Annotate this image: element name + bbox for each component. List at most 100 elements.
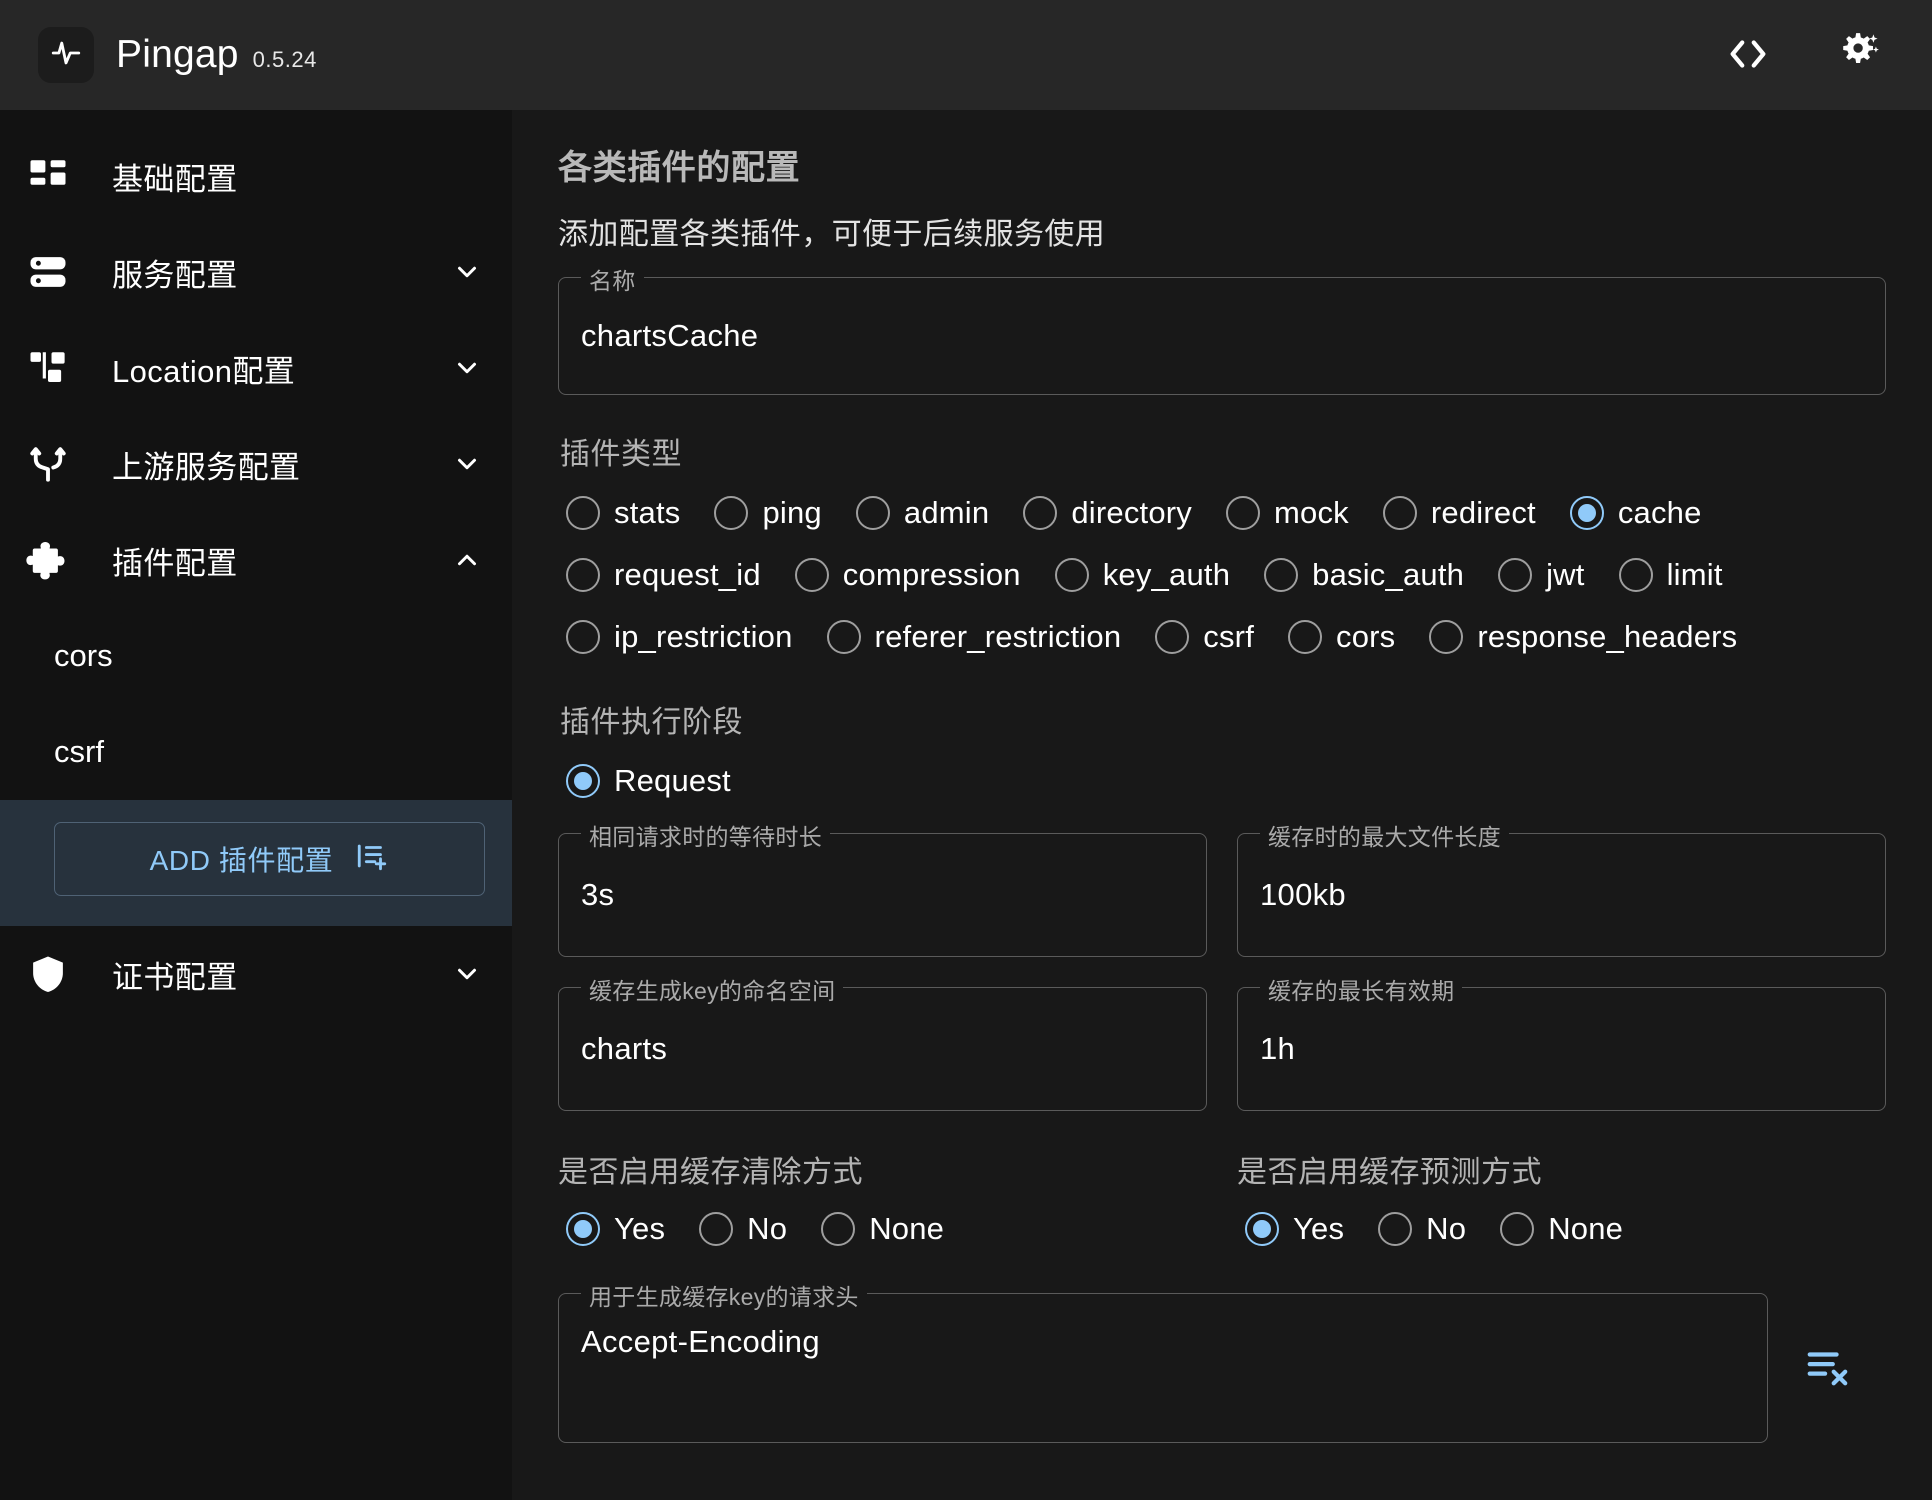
- settings-button[interactable]: [1832, 29, 1884, 81]
- predictor-toggle-group: 是否启用缓存预测方式 Yes No None: [1237, 1147, 1886, 1259]
- cache-key-headers-row: 用于生成缓存key的请求头 Accept-Encoding: [558, 1278, 1886, 1443]
- header-actions: [1722, 29, 1884, 81]
- plugin-stage-label: 插件执行阶段: [560, 706, 743, 739]
- plugin-type-row-1: stats ping admin directory mock redirect…: [558, 487, 1886, 539]
- radio-circle-icon: [1382, 496, 1417, 530]
- radio-label: directory: [1071, 495, 1192, 530]
- radio-request-stage[interactable]: Request: [558, 755, 741, 807]
- radio-circle-icon: [1054, 558, 1089, 592]
- radio-stats[interactable]: stats: [558, 487, 690, 539]
- radio-label: admin: [903, 495, 990, 530]
- radio-admin[interactable]: admin: [832, 487, 999, 539]
- radio-circle-icon: [566, 558, 600, 592]
- name-field-legend: 名称: [581, 262, 644, 296]
- sidebar-item-plugin-config[interactable]: 插件配置: [0, 512, 512, 608]
- sidebar-item-location-config[interactable]: Location配置: [0, 320, 512, 416]
- max-file-size-legend: 缓存时的最大文件长度: [1260, 818, 1509, 852]
- radio-directory[interactable]: directory: [999, 487, 1202, 539]
- radio-csrf[interactable]: csrf: [1131, 611, 1264, 663]
- radio-label: basic_auth: [1312, 557, 1465, 592]
- chevron-down-icon[interactable]: [452, 449, 482, 479]
- radio-predictor-no[interactable]: No: [1354, 1203, 1476, 1255]
- radio-circle-icon: [821, 1212, 856, 1246]
- cache-key-headers-legend: 用于生成缓存key的请求头: [581, 1278, 867, 1312]
- radio-label: referer_restriction: [874, 619, 1122, 654]
- radio-label: stats: [614, 495, 681, 530]
- cache-namespace-field[interactable]: 缓存生成key的命名空间 charts: [558, 972, 1207, 1111]
- sidebar-item-basic-config[interactable]: 基础配置: [0, 128, 512, 224]
- sidebar-item-upstream-config[interactable]: 上游服务配置: [0, 416, 512, 512]
- radio-label: No: [747, 1211, 788, 1246]
- activity-pulse-icon: [49, 36, 83, 75]
- chevron-down-icon[interactable]: [452, 959, 482, 989]
- name-field-value: chartsCache: [581, 318, 759, 353]
- radio-circle-icon: [1618, 558, 1653, 592]
- radio-ip_restriction[interactable]: ip_restriction: [558, 611, 803, 663]
- sidebar-item-label: 基础配置: [112, 161, 238, 197]
- radio-mock[interactable]: mock: [1202, 487, 1359, 539]
- max-ttl-field[interactable]: 缓存的最长有效期 1h: [1237, 972, 1886, 1111]
- radio-circle-icon: [714, 496, 749, 530]
- remove-header-button[interactable]: [1768, 1293, 1886, 1443]
- brand: Pingap 0.5.24: [38, 27, 317, 83]
- radio-purge-yes[interactable]: Yes: [558, 1203, 675, 1255]
- radio-predictor-yes[interactable]: Yes: [1237, 1203, 1354, 1255]
- radio-basic_auth[interactable]: basic_auth: [1240, 549, 1474, 601]
- radio-circle-icon: [826, 620, 861, 654]
- sidebar-item-service-config[interactable]: 服务配置: [0, 224, 512, 320]
- radio-label: mock: [1274, 495, 1349, 530]
- name-field[interactable]: 名称 chartsCache: [558, 262, 1886, 395]
- radio-label: response_headers: [1477, 619, 1738, 654]
- radio-request_id[interactable]: request_id: [558, 549, 771, 601]
- wait-duration-value: 3s: [581, 877, 615, 912]
- sidebar-item-label: 上游服务配置: [112, 449, 301, 485]
- plugin-type-row-3: ip_restriction referer_restriction csrf …: [558, 611, 1886, 663]
- radio-circle-selected-icon: [1569, 496, 1604, 530]
- radio-circle-icon: [794, 558, 829, 592]
- radio-cors[interactable]: cors: [1264, 611, 1405, 663]
- chevron-down-icon[interactable]: [452, 257, 482, 287]
- radio-circle-selected-icon: [1245, 1212, 1279, 1246]
- radio-referer_restriction[interactable]: referer_restriction: [803, 611, 1132, 663]
- radio-label: Request: [614, 763, 731, 798]
- radio-circle-icon: [1155, 620, 1190, 654]
- radio-circle-icon: [1023, 496, 1058, 530]
- radio-label: compression: [842, 557, 1021, 592]
- server-icon: [22, 251, 74, 293]
- radio-purge-no[interactable]: No: [675, 1203, 797, 1255]
- radio-label: key_auth: [1102, 557, 1231, 592]
- radio-circle-icon: [855, 496, 890, 530]
- chevron-down-icon[interactable]: [452, 353, 482, 383]
- cache-key-headers-value: Accept-Encoding: [581, 1324, 820, 1359]
- sidebar-item-label: 证书配置: [112, 959, 238, 995]
- add-plugin-config-button[interactable]: ADD 插件配置: [54, 822, 485, 896]
- radio-ping[interactable]: ping: [690, 487, 831, 539]
- sidebar-item-certificate-config[interactable]: 证书配置: [0, 926, 512, 1022]
- cache-key-headers-field[interactable]: 用于生成缓存key的请求头 Accept-Encoding: [558, 1278, 1768, 1443]
- wait-duration-field[interactable]: 相同请求时的等待时长 3s: [558, 818, 1207, 957]
- sidebar-subitem-cors[interactable]: cors: [0, 608, 512, 704]
- code-view-button[interactable]: [1722, 29, 1774, 81]
- radio-jwt[interactable]: jwt: [1474, 549, 1595, 601]
- plugin-stage-row: Request: [558, 755, 1886, 807]
- radio-label: limit: [1666, 557, 1723, 592]
- chevron-up-icon[interactable]: [452, 545, 482, 575]
- radio-compression[interactable]: compression: [771, 549, 1031, 601]
- radio-predictor-none[interactable]: None: [1476, 1203, 1633, 1255]
- sidebar-subitem-csrf[interactable]: csrf: [0, 704, 512, 800]
- radio-cache[interactable]: cache: [1546, 487, 1712, 539]
- list-remove-icon: [1804, 1343, 1850, 1394]
- plugin-type-row-2: request_id compression key_auth basic_au…: [558, 549, 1886, 601]
- radio-key_auth[interactable]: key_auth: [1031, 549, 1240, 601]
- main-content: 各类插件的配置 添加配置各类插件，可便于后续服务使用 名称 chartsCach…: [512, 110, 1932, 1500]
- max-file-size-field[interactable]: 缓存时的最大文件长度 100kb: [1237, 818, 1886, 957]
- radio-circle-icon: [1429, 620, 1464, 654]
- radio-response_headers[interactable]: response_headers: [1405, 611, 1747, 663]
- radio-redirect[interactable]: redirect: [1359, 487, 1546, 539]
- radio-limit[interactable]: limit: [1595, 549, 1733, 601]
- radio-label: No: [1426, 1211, 1467, 1246]
- radio-label: None: [869, 1211, 945, 1246]
- radio-purge-none[interactable]: None: [797, 1203, 954, 1255]
- predictor-toggle-label: 是否启用缓存预测方式: [1237, 1156, 1542, 1189]
- radio-label: ip_restriction: [614, 619, 793, 654]
